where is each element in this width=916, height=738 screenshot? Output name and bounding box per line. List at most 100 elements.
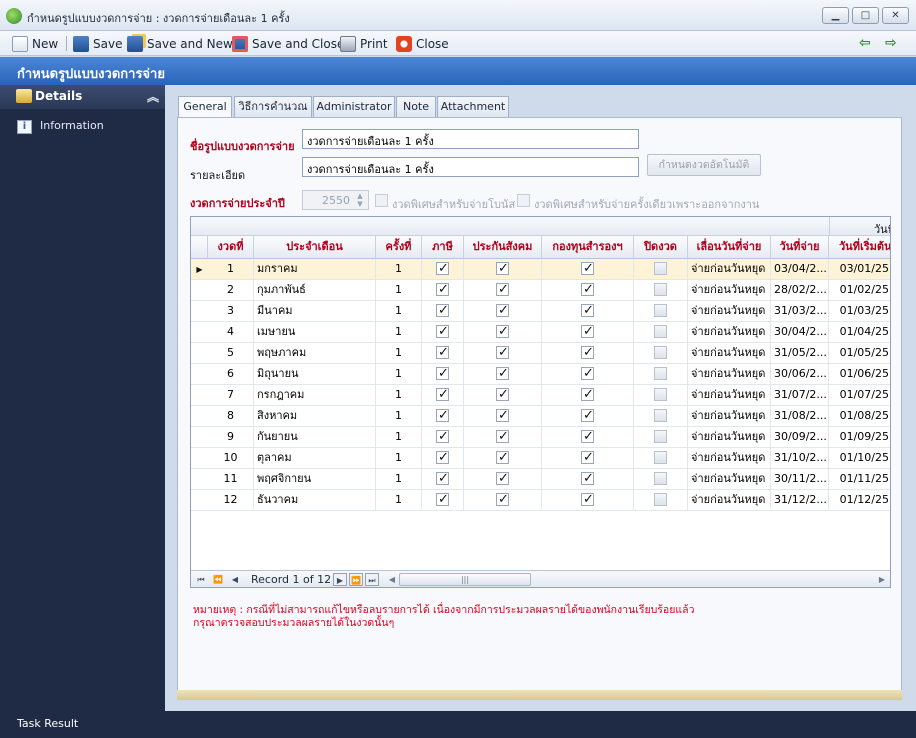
checked-checkbox-icon[interactable] xyxy=(436,259,449,279)
cell-start-date[interactable]: 01/04/25 xyxy=(829,322,890,343)
cell-shift-pay-date[interactable]: จ่ายก่อนวันหยุด xyxy=(688,343,771,364)
checked-checkbox-icon[interactable] xyxy=(581,490,594,510)
cell-provident-fund[interactable] xyxy=(542,280,634,301)
checked-checkbox-icon[interactable] xyxy=(581,322,594,342)
cell-start-date[interactable]: 01/03/25 xyxy=(829,301,890,322)
table-row[interactable]: 8สิงหาคม1 จ่ายก่อนวันหยุด31/08/2...01/08/… xyxy=(191,406,890,427)
cell-provident-fund[interactable] xyxy=(542,343,634,364)
save-button[interactable]: Save xyxy=(73,34,122,53)
cell-pay-date[interactable]: 30/11/2... xyxy=(771,469,829,490)
cell-provident-fund[interactable] xyxy=(542,427,634,448)
cell-period-no[interactable]: 9 xyxy=(208,427,254,448)
checked-checkbox-icon[interactable] xyxy=(581,343,594,363)
maximize-button[interactable]: □ xyxy=(852,7,879,24)
next-page-icon[interactable]: ⏩ xyxy=(349,573,363,586)
detail-input[interactable]: งวดการจ่ายเดือนละ 1 ครั้ง xyxy=(302,157,639,177)
horizontal-scrollbar[interactable]: ◀ ||| ▶ xyxy=(387,573,887,586)
checked-checkbox-icon[interactable] xyxy=(496,343,509,363)
spinner-arrows-icon[interactable]: ▲ ▼ xyxy=(353,192,367,208)
auto-period-button[interactable]: กำหนดงวดอัตโนมัติ xyxy=(647,154,761,176)
cell-tax[interactable] xyxy=(422,385,464,406)
cell-period-no[interactable]: 12 xyxy=(208,490,254,511)
checked-checkbox-icon[interactable] xyxy=(436,448,449,468)
col-header-period-no[interactable]: งวดที่ xyxy=(208,236,254,259)
checked-checkbox-icon[interactable] xyxy=(436,469,449,489)
cell-tax[interactable] xyxy=(422,427,464,448)
cell-shift-pay-date[interactable]: จ่ายก่อนวันหยุด xyxy=(688,301,771,322)
cell-period-no[interactable]: 10 xyxy=(208,448,254,469)
table-row[interactable]: 9กันยายน1 จ่ายก่อนวันหยุด30/09/2...01/09/… xyxy=(191,427,890,448)
cell-month[interactable]: พฤศจิกายน xyxy=(254,469,376,490)
cell-closed[interactable] xyxy=(634,343,688,364)
cell-closed[interactable] xyxy=(634,301,688,322)
cell-shift-pay-date[interactable]: จ่ายก่อนวันหยุด xyxy=(688,469,771,490)
checked-checkbox-icon[interactable] xyxy=(436,490,449,510)
cell-period-no[interactable]: 6 xyxy=(208,364,254,385)
collapse-icon[interactable]: ︽ xyxy=(147,88,159,105)
new-button[interactable]: New xyxy=(12,34,58,53)
cell-pay-date[interactable]: 30/09/2... xyxy=(771,427,829,448)
unchecked-checkbox-icon[interactable] xyxy=(654,367,667,380)
checked-checkbox-icon[interactable] xyxy=(496,427,509,447)
tab-general[interactable]: General xyxy=(178,96,232,119)
cell-period-no[interactable]: 7 xyxy=(208,385,254,406)
cell-times[interactable]: 1 xyxy=(376,406,422,427)
checked-checkbox-icon[interactable] xyxy=(496,490,509,510)
format-name-input[interactable]: งวดการจ่ายเดือนละ 1 ครั้ง xyxy=(302,129,639,149)
cell-shift-pay-date[interactable]: จ่ายก่อนวันหยุด xyxy=(688,322,771,343)
cell-shift-pay-date[interactable]: จ่ายก่อนวันหยุด xyxy=(688,427,771,448)
back-arrow-icon[interactable]: ⇦ xyxy=(859,36,875,50)
cell-period-no[interactable]: 5 xyxy=(208,343,254,364)
cell-pay-date[interactable]: 28/02/2... xyxy=(771,280,829,301)
checked-checkbox-icon[interactable] xyxy=(581,364,594,384)
next-record-icon[interactable]: ▶ xyxy=(333,573,347,586)
cell-month[interactable]: พฤษภาคม xyxy=(254,343,376,364)
first-record-icon[interactable]: ⏮ xyxy=(194,573,208,586)
cell-start-date[interactable]: 01/02/25 xyxy=(829,280,890,301)
checked-checkbox-icon[interactable] xyxy=(581,448,594,468)
cell-shift-pay-date[interactable]: จ่ายก่อนวันหยุด xyxy=(688,490,771,511)
col-header-tax[interactable]: ภาษี xyxy=(422,236,464,259)
cell-start-date[interactable]: 03/01/25 xyxy=(829,259,890,280)
cell-start-date[interactable]: 01/08/25 xyxy=(829,406,890,427)
sidebar-item-information[interactable]: i Information xyxy=(0,115,165,137)
cell-start-date[interactable]: 01/11/25 xyxy=(829,469,890,490)
tab-note[interactable]: Note xyxy=(396,96,436,118)
cell-month[interactable]: กรกฎาคม xyxy=(254,385,376,406)
cell-closed[interactable] xyxy=(634,448,688,469)
print-button[interactable]: Print xyxy=(340,34,388,53)
unchecked-checkbox-icon[interactable] xyxy=(654,409,667,422)
tab-administrator[interactable]: Administrator xyxy=(313,96,395,118)
col-header-social-security[interactable]: ประกันสังคม xyxy=(464,236,542,259)
cell-social-security[interactable] xyxy=(464,385,542,406)
cell-tax[interactable] xyxy=(422,469,464,490)
table-row[interactable]: 12ธันวาคม1 จ่ายก่อนวันหยุด31/12/2...01/12… xyxy=(191,490,890,511)
cell-month[interactable]: มกราคม xyxy=(254,259,376,280)
year-spinner[interactable]: 2550 ▲ ▼ xyxy=(302,190,369,210)
cell-times[interactable]: 1 xyxy=(376,448,422,469)
cell-social-security[interactable] xyxy=(464,259,542,280)
cell-period-no[interactable]: 2 xyxy=(208,280,254,301)
close-button[interactable]: Close xyxy=(396,34,449,53)
checked-checkbox-icon[interactable] xyxy=(581,301,594,321)
checked-checkbox-icon[interactable] xyxy=(496,301,509,321)
checked-checkbox-icon[interactable] xyxy=(496,385,509,405)
cell-month[interactable]: ตุลาคม xyxy=(254,448,376,469)
cell-pay-date[interactable]: 31/08/2... xyxy=(771,406,829,427)
unchecked-checkbox-icon[interactable] xyxy=(654,283,667,296)
cell-period-no[interactable]: 4 xyxy=(208,322,254,343)
cell-provident-fund[interactable] xyxy=(542,364,634,385)
cell-times[interactable]: 1 xyxy=(376,364,422,385)
cell-closed[interactable] xyxy=(634,490,688,511)
cell-provident-fund[interactable] xyxy=(542,490,634,511)
cell-social-security[interactable] xyxy=(464,280,542,301)
cell-tax[interactable] xyxy=(422,490,464,511)
cell-times[interactable]: 1 xyxy=(376,259,422,280)
cell-period-no[interactable]: 3 xyxy=(208,301,254,322)
unchecked-checkbox-icon[interactable] xyxy=(654,493,667,506)
cell-social-security[interactable] xyxy=(464,427,542,448)
table-row[interactable]: 7กรกฎาคม1 จ่ายก่อนวันหยุด31/07/2...01/07/… xyxy=(191,385,890,406)
checked-checkbox-icon[interactable] xyxy=(436,406,449,426)
cell-provident-fund[interactable] xyxy=(542,406,634,427)
checked-checkbox-icon[interactable] xyxy=(436,301,449,321)
